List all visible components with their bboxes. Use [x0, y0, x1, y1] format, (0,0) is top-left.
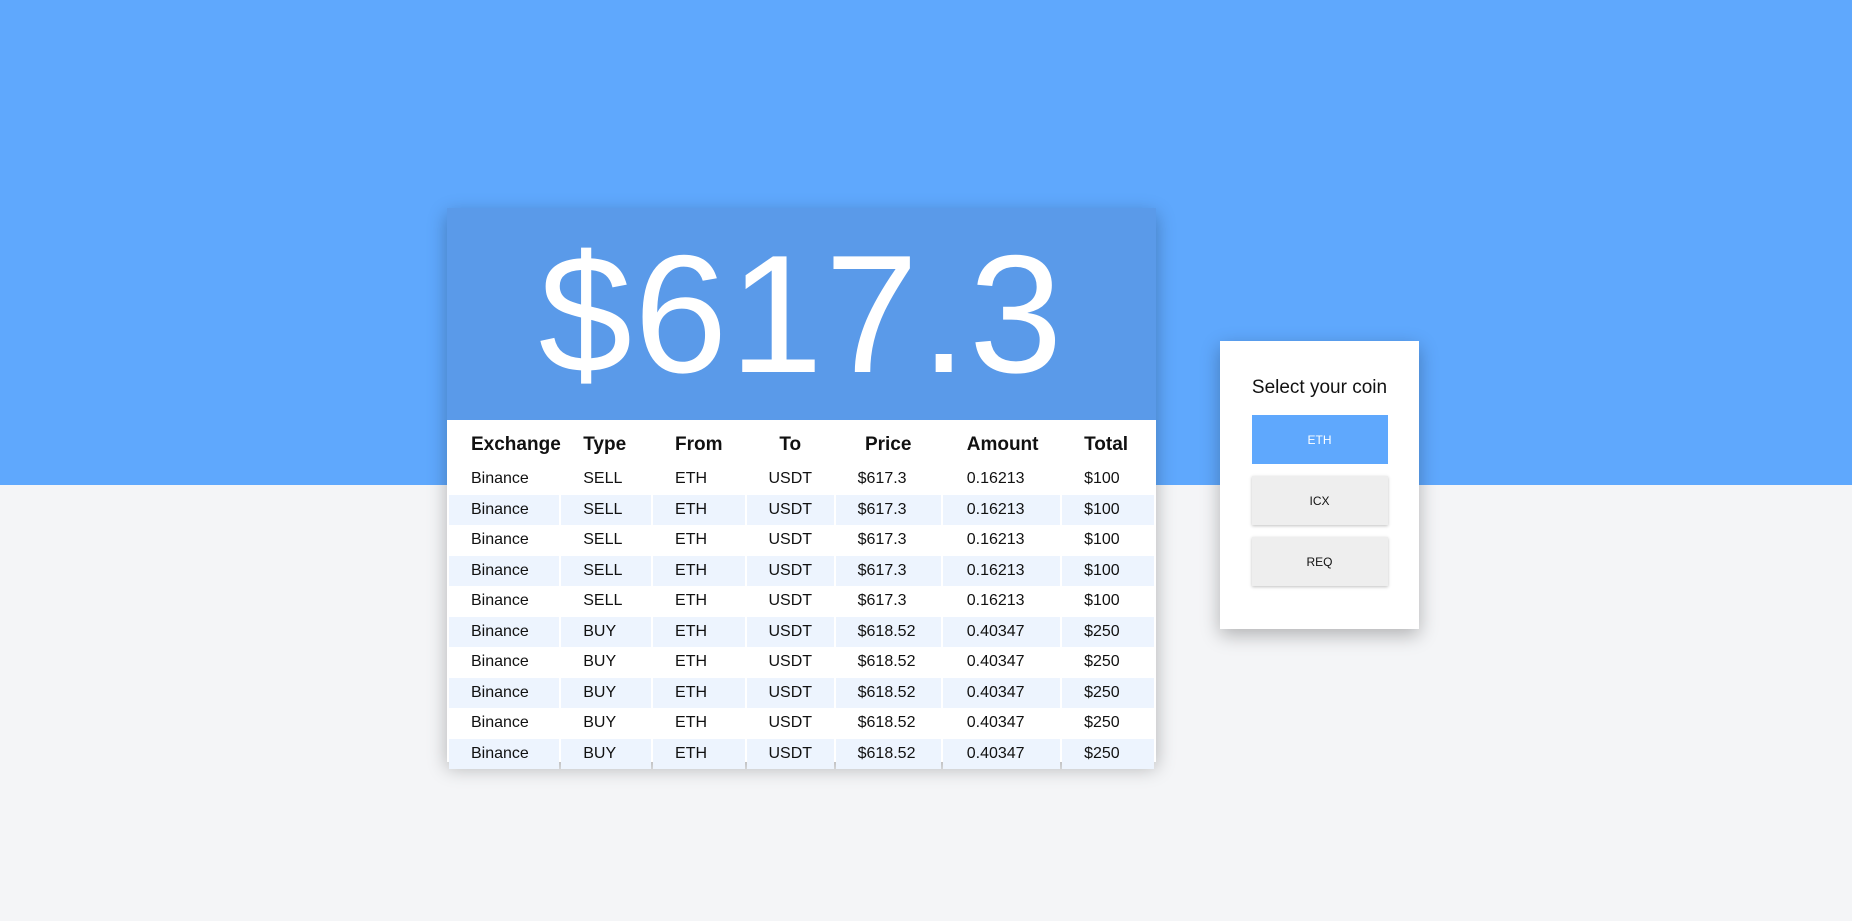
cell-price: $617.3 — [835, 494, 941, 525]
cell-exchange: Binance — [471, 470, 529, 488]
trades-table-body: Binance SELL ETH USDT $617.3 0.16213 $100 Binan… — [449, 464, 1154, 769]
table-row: Binance BUY ETH USDT $618.52 0.40347 $250 — [449, 738, 1154, 769]
coin-button-req[interactable]: REQ — [1251, 537, 1388, 586]
cell-to: USDT — [768, 653, 813, 671]
header-to: To — [779, 434, 802, 455]
cell-amount: 0.16213 — [942, 555, 1061, 586]
cell-exchange: Binance — [471, 714, 529, 732]
cell-exchange: Binance — [471, 592, 529, 610]
table-row: Binance BUY ETH USDT $618.52 0.40347 $250 — [449, 677, 1154, 708]
cell-type: BUY — [561, 738, 652, 769]
cell-price: $617.3 — [857, 592, 907, 610]
cell-from: ETH — [653, 677, 745, 708]
cell-total: $100 — [1062, 555, 1154, 586]
table-row: Binance BUY ETH USDT $618.52 0.40347 $250 — [449, 708, 1154, 739]
cell-total: $250 — [1062, 616, 1154, 647]
coin-selector-title: Select your coin — [1251, 377, 1388, 398]
table-row: Binance SELL ETH USDT $617.3 0.16213 $100 — [449, 555, 1154, 586]
cell-from: ETH — [653, 555, 745, 586]
price-card: $617.3 Exchange Type From To Price Amoun… — [447, 208, 1156, 769]
coin-button-eth[interactable]: ETH — [1251, 415, 1388, 464]
cell-price: $618.52 — [835, 677, 941, 708]
cell-to: USDT — [746, 616, 834, 647]
cell-to: USDT — [768, 714, 813, 732]
cell-price: $618.52 — [857, 653, 916, 671]
table-row: Binance BUY ETH USDT $618.52 0.40347 $250 — [449, 616, 1154, 647]
cell-amount: 0.40347 — [966, 653, 1025, 671]
cell-type: BUY — [583, 653, 617, 671]
cell-exchange: Binance — [449, 738, 560, 769]
cell-exchange: Binance — [449, 616, 560, 647]
table-row: Binance SELL ETH USDT $617.3 0.16213 $100 — [449, 464, 1154, 495]
header-amount: Amount — [966, 434, 1039, 455]
table-header-row: Exchange Type From To Price Amount Total — [449, 420, 1154, 464]
cell-type: SELL — [583, 592, 623, 610]
header-from: From — [675, 434, 723, 455]
coin-selector-card: Select your coin ETH ICX REQ — [1220, 341, 1419, 629]
cell-to: USDT — [768, 592, 813, 610]
header-price: Price — [864, 434, 912, 455]
cell-total: $100 — [1084, 592, 1120, 610]
cell-total: $250 — [1062, 677, 1154, 708]
current-price-display: $617.3 — [447, 208, 1156, 420]
cell-amount: 0.16213 — [966, 592, 1025, 610]
cell-amount: 0.40347 — [942, 738, 1061, 769]
cell-from: ETH — [653, 616, 745, 647]
cell-type: BUY — [561, 616, 652, 647]
cell-exchange: Binance — [449, 494, 560, 525]
table-row: Binance BUY ETH USDT $618.52 0.40347 $250 — [449, 647, 1154, 678]
cell-price: $617.3 — [857, 470, 907, 488]
cell-to: USDT — [746, 494, 834, 525]
cell-from: ETH — [675, 714, 708, 732]
cell-exchange: Binance — [471, 531, 529, 549]
header-total: Total — [1084, 434, 1129, 455]
cell-to: USDT — [746, 677, 834, 708]
cell-price: $617.3 — [835, 555, 941, 586]
cell-total: $250 — [1084, 714, 1120, 732]
trades-table: Exchange Type From To Price Amount Total… — [447, 420, 1156, 769]
cell-total: $100 — [1084, 470, 1120, 488]
cell-from: ETH — [675, 531, 708, 549]
cell-to: USDT — [768, 470, 813, 488]
cell-from: ETH — [675, 592, 708, 610]
cell-from: ETH — [653, 494, 745, 525]
cell-from: ETH — [675, 653, 708, 671]
cell-exchange: Binance — [449, 555, 560, 586]
table-row: Binance SELL ETH USDT $617.3 0.16213 $100 — [449, 494, 1154, 525]
cell-price: $618.52 — [857, 714, 916, 732]
header-exchange: Exchange — [471, 434, 561, 455]
cell-exchange: Binance — [449, 677, 560, 708]
cell-total: $100 — [1062, 494, 1154, 525]
coin-button-icx[interactable]: ICX — [1251, 476, 1388, 525]
cell-type: SELL — [561, 555, 652, 586]
cell-total: $100 — [1084, 531, 1120, 549]
cell-total: $250 — [1084, 653, 1120, 671]
cell-amount: 0.40347 — [966, 714, 1025, 732]
cell-type: SELL — [583, 531, 623, 549]
cell-type: SELL — [583, 470, 623, 488]
table-row: Binance SELL ETH USDT $617.3 0.16213 $100 — [449, 586, 1154, 617]
coin-button-group: ETH ICX REQ — [1220, 415, 1419, 586]
cell-amount: 0.16213 — [966, 531, 1025, 549]
cell-exchange: Binance — [471, 653, 529, 671]
cell-amount: 0.16213 — [966, 470, 1025, 488]
cell-amount: 0.40347 — [942, 616, 1061, 647]
cell-type: BUY — [561, 677, 652, 708]
cell-to: USDT — [746, 555, 834, 586]
cell-price: $617.3 — [857, 531, 907, 549]
table-row: Binance SELL ETH USDT $617.3 0.16213 $100 — [449, 525, 1154, 556]
cell-from: ETH — [675, 470, 708, 488]
cell-amount: 0.16213 — [942, 494, 1061, 525]
header-type: Type — [583, 434, 627, 455]
cell-type: SELL — [561, 494, 652, 525]
cell-to: USDT — [768, 531, 813, 549]
cell-price: $618.52 — [835, 616, 941, 647]
cell-from: ETH — [653, 738, 745, 769]
cell-price: $618.52 — [835, 738, 941, 769]
cell-to: USDT — [746, 738, 834, 769]
cell-type: BUY — [583, 714, 617, 732]
cell-amount: 0.40347 — [942, 677, 1061, 708]
cell-total: $250 — [1062, 738, 1154, 769]
